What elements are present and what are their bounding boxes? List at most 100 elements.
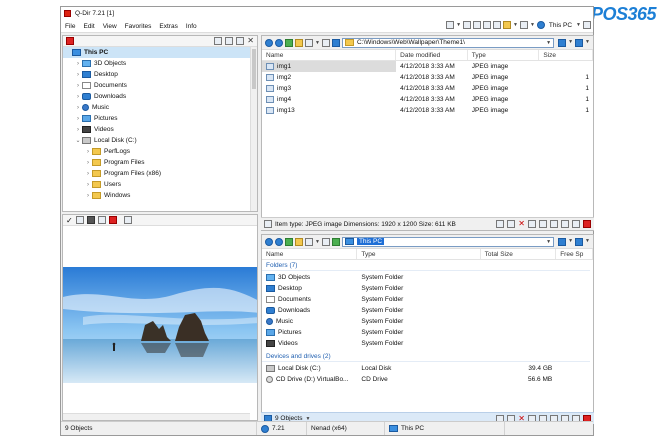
- refresh-icon[interactable]: [331, 38, 340, 47]
- group-header-folders[interactable]: Folders (7): [262, 260, 590, 271]
- close-icon[interactable]: ✕: [247, 37, 254, 45]
- column-name[interactable]: Name: [262, 249, 358, 259]
- chevron-right-icon[interactable]: ›: [84, 160, 92, 166]
- up-icon[interactable]: [285, 38, 293, 47]
- chevron-right-icon[interactable]: ›: [74, 105, 82, 111]
- folder-icon[interactable]: [503, 21, 512, 29]
- back-icon[interactable]: [265, 237, 273, 246]
- item-row[interactable]: CD Drive (D:) VirtualBo... CD Drive 56.6 M…: [262, 374, 593, 385]
- layout-3-icon[interactable]: [473, 21, 482, 29]
- pane-layout-icon[interactable]: [575, 38, 584, 47]
- file-row[interactable]: img1 4/12/2018 3:33 AM JPEG image: [262, 61, 593, 72]
- chevron-right-icon[interactable]: ›: [74, 127, 82, 133]
- file-row[interactable]: img4 4/12/2018 3:33 AM JPEG image 1: [262, 94, 593, 105]
- item-row[interactable]: Desktop System Folder: [262, 283, 593, 294]
- edit-icon[interactable]: [572, 220, 580, 228]
- tree-mode-icon[interactable]: [66, 37, 74, 45]
- tree-item[interactable]: › 3D Objects: [63, 58, 257, 69]
- sort-icon[interactable]: [321, 38, 330, 47]
- path-input-1[interactable]: C:\Windows\Web\Wallpaper\Theme1\ ▼: [341, 37, 555, 48]
- column-size[interactable]: Size: [539, 50, 593, 60]
- item-row[interactable]: Documents System Folder: [262, 294, 593, 305]
- properties-icon[interactable]: [264, 220, 272, 228]
- chevron-right-icon[interactable]: ›: [84, 149, 92, 155]
- item-row[interactable]: Pictures System Folder: [262, 327, 593, 338]
- tree-item[interactable]: › Users: [63, 179, 257, 190]
- layout-4-icon[interactable]: [483, 21, 492, 29]
- pane-view-icon[interactable]: [558, 38, 567, 47]
- rename-icon[interactable]: [507, 220, 516, 228]
- paste-icon[interactable]: [561, 220, 569, 228]
- pane-layout-icon[interactable]: [575, 237, 584, 246]
- tree-item[interactable]: › PerfLogs: [63, 146, 257, 157]
- tree-item[interactable]: › Windows: [63, 190, 257, 201]
- go-icon[interactable]: [331, 237, 340, 246]
- pin-icon[interactable]: [583, 21, 591, 29]
- properties-2-icon[interactable]: [528, 220, 536, 228]
- layout-icon[interactable]: [446, 21, 455, 29]
- menu-extras[interactable]: Extras: [155, 23, 181, 30]
- globe-icon[interactable]: [536, 21, 545, 29]
- view-icon[interactable]: [519, 21, 528, 29]
- chevron-right-icon[interactable]: ›: [74, 116, 82, 122]
- cut-icon[interactable]: [539, 220, 547, 228]
- file-row[interactable]: img2 4/12/2018 3:33 AM JPEG image 1: [262, 72, 593, 83]
- chevron-right-icon[interactable]: ›: [74, 61, 82, 67]
- chevron-right-icon[interactable]: ›: [74, 94, 82, 100]
- tree-item[interactable]: › Pictures: [63, 113, 257, 124]
- tree-item[interactable]: › Documents: [63, 80, 257, 91]
- forward-icon[interactable]: [275, 38, 283, 47]
- item-row[interactable]: Videos System Folder: [262, 338, 593, 349]
- column-total-size[interactable]: Total Size: [481, 249, 557, 259]
- stop-icon[interactable]: [108, 216, 117, 224]
- forward-icon[interactable]: [275, 237, 283, 246]
- zoom-icon[interactable]: [75, 216, 84, 224]
- tree-copy-icon[interactable]: [225, 37, 234, 45]
- chevron-right-icon[interactable]: ›: [84, 182, 92, 188]
- delete-icon[interactable]: ✕: [518, 220, 525, 228]
- tree-scrollbar[interactable]: [250, 47, 257, 211]
- file-row[interactable]: img3 4/12/2018 3:33 AM JPEG image 1: [262, 83, 593, 94]
- item-row[interactable]: Downloads System Folder: [262, 305, 593, 316]
- column-name[interactable]: Name: [262, 50, 397, 60]
- column-type[interactable]: Type: [468, 50, 540, 60]
- new-folder-icon[interactable]: [295, 38, 303, 47]
- filter-icon[interactable]: [496, 220, 505, 228]
- layout-2-icon[interactable]: [463, 21, 472, 29]
- up-icon[interactable]: [285, 237, 293, 246]
- tree-refresh-icon[interactable]: [236, 37, 245, 45]
- column-type[interactable]: Type: [357, 249, 481, 259]
- tree-item[interactable]: › Downloads: [63, 91, 257, 102]
- preview-scrollbar[interactable]: [63, 413, 250, 420]
- menu-edit[interactable]: Edit: [79, 23, 98, 30]
- app-menu-icon[interactable]: [583, 220, 591, 228]
- column-free-space[interactable]: Free Sp: [556, 249, 593, 259]
- copy-icon[interactable]: [550, 220, 558, 228]
- item-row[interactable]: 3D Objects System Folder: [262, 272, 593, 283]
- view-mode-icon[interactable]: [305, 237, 313, 246]
- tree-option-icon[interactable]: [214, 37, 223, 45]
- pane-view-icon[interactable]: [558, 237, 567, 246]
- path-input-2[interactable]: This PC ▼: [341, 236, 555, 247]
- item-row[interactable]: Music System Folder: [262, 316, 593, 327]
- tree-item[interactable]: › Desktop: [63, 69, 257, 80]
- menu-view[interactable]: View: [99, 23, 121, 30]
- new-folder-icon[interactable]: [295, 237, 303, 246]
- chevron-right-icon[interactable]: ›: [84, 171, 92, 177]
- menu-file[interactable]: File: [61, 23, 79, 30]
- chevron-right-icon[interactable]: ›: [84, 193, 92, 199]
- chevron-right-icon[interactable]: ›: [74, 83, 82, 89]
- tree-item[interactable]: › Music: [63, 102, 257, 113]
- tree-item[interactable]: › Program Files (x86): [63, 168, 257, 179]
- column-date[interactable]: Date modified: [396, 50, 468, 60]
- search-icon[interactable]: [123, 216, 132, 224]
- sort-icon[interactable]: [321, 237, 330, 246]
- chevron-right-icon[interactable]: ›: [74, 72, 82, 78]
- file-row[interactable]: img13 4/12/2018 3:33 AM JPEG image 1: [262, 105, 593, 116]
- chevron-down-icon[interactable]: ⌄: [74, 137, 82, 144]
- item-row[interactable]: Local Disk (C:) Local Disk 39.4 GB: [262, 363, 593, 374]
- view-mode-icon[interactable]: [305, 38, 313, 47]
- back-icon[interactable]: [265, 38, 273, 47]
- group-header-drives[interactable]: Devices and drives (2): [262, 351, 590, 362]
- layout-5-icon[interactable]: [493, 21, 502, 29]
